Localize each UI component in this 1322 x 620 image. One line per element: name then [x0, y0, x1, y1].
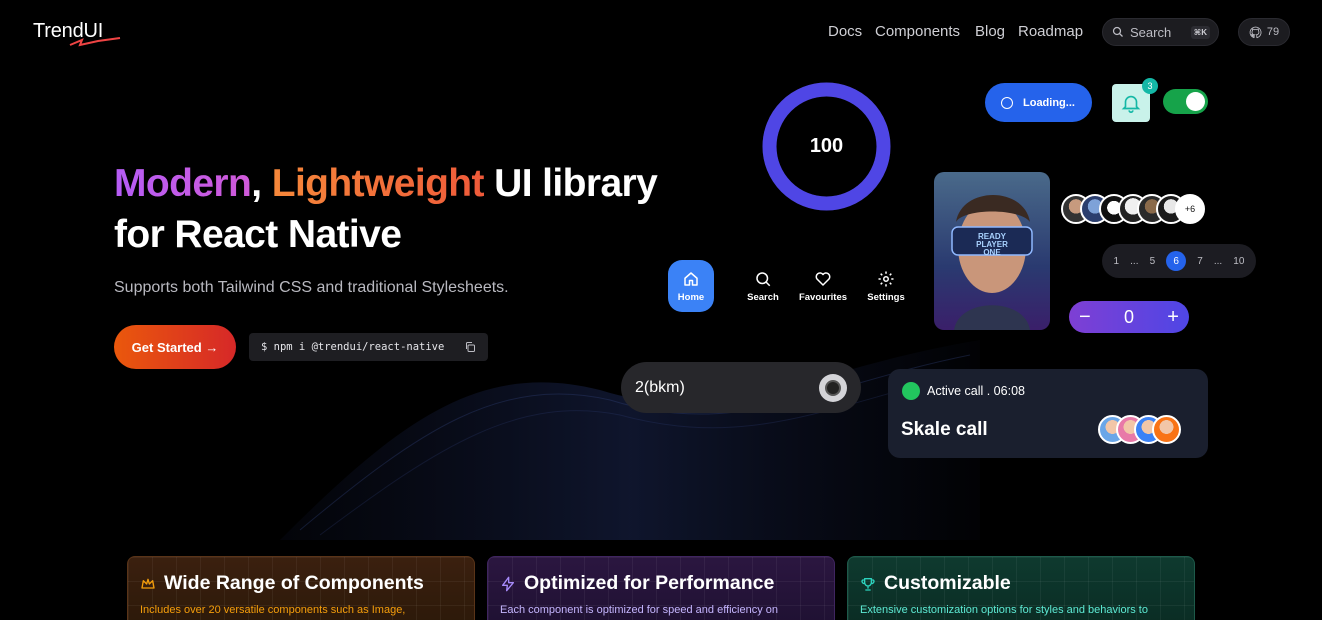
feature-description: Extensive customization options for styl…	[860, 604, 1148, 616]
loading-label: Loading...	[1023, 96, 1075, 109]
call-participants	[1098, 415, 1181, 444]
feature-card-performance: Optimized for Performance Each component…	[487, 556, 835, 620]
search-button[interactable]: Search ⌘K	[1102, 18, 1219, 46]
radio-pill-label: 2(bkm)	[635, 378, 685, 396]
crown-icon	[141, 578, 155, 589]
feature-description: Includes over 20 versatile components su…	[140, 604, 406, 616]
tab-favourites[interactable]: Favourites	[793, 260, 853, 312]
nav-docs[interactable]: Docs	[828, 23, 862, 40]
hero-title: Modern, Lightweight UI library for React…	[114, 158, 674, 260]
decrement-button[interactable]: −	[1079, 306, 1091, 329]
call-status-text: Active call . 06:08	[927, 384, 1025, 398]
hero-title-line2: for React Native	[114, 213, 402, 256]
feature-title: Wide Range of Components	[164, 572, 424, 594]
heart-icon	[815, 271, 831, 286]
install-command[interactable]: $ npm i @trendui/react-native	[249, 333, 488, 361]
pagination: 1 ... 5 6 7 ... 10	[1102, 244, 1256, 278]
feature-title: Optimized for Performance	[524, 572, 775, 594]
github-icon	[1249, 26, 1262, 38]
active-call-card[interactable]: Active call . 06:08 Skale call	[888, 369, 1208, 458]
nav-components[interactable]: Components	[875, 23, 960, 40]
radio-inner	[825, 379, 841, 396]
notification-badge: 3	[1142, 78, 1158, 94]
avatar-group: +6	[1061, 194, 1205, 224]
tab-search-label: Search	[747, 291, 779, 303]
install-command-text: $ npm i @trendui/react-native	[261, 341, 445, 353]
page-ellipsis: ...	[1213, 255, 1223, 267]
page-1[interactable]: 1	[1114, 256, 1120, 267]
search-icon	[1112, 26, 1123, 37]
hero-title-lightweight: Lightweight	[271, 162, 485, 205]
movie-poster-image: READY PLAYER ONE	[934, 172, 1050, 330]
radio-pill[interactable]: 2(bkm)	[621, 362, 861, 413]
feature-title: Customizable	[884, 572, 1011, 594]
hero-title-sep: ,	[251, 162, 272, 205]
copy-icon[interactable]	[464, 341, 476, 353]
increment-button[interactable]: +	[1167, 306, 1179, 329]
page-ellipsis: ...	[1130, 255, 1139, 267]
bell-icon	[1121, 95, 1141, 113]
search-icon	[756, 271, 771, 286]
tab-settings[interactable]: Settings	[856, 260, 916, 312]
page-5[interactable]: 5	[1150, 256, 1156, 267]
logo-swoosh	[69, 37, 121, 47]
feature-card-customizable: Customizable Extensive customization opt…	[847, 556, 1195, 620]
feature-heading: Customizable	[860, 572, 1182, 595]
circular-progress-value: 100	[809, 135, 844, 157]
spinner-icon	[1001, 96, 1013, 109]
github-stars: 79	[1266, 26, 1280, 38]
loading-button[interactable]: Loading...	[985, 83, 1092, 122]
avatar	[1152, 415, 1181, 444]
github-button[interactable]: 79	[1238, 18, 1290, 46]
hero-title-ui-library: UI library	[483, 162, 658, 205]
svg-text:ONE: ONE	[983, 248, 1001, 257]
avatar-more-count[interactable]: +6	[1175, 194, 1205, 224]
page-7[interactable]: 7	[1197, 256, 1203, 267]
feature-heading: Wide Range of Components	[140, 572, 462, 595]
feature-heading: Optimized for Performance	[500, 572, 822, 595]
trophy-icon	[861, 577, 875, 591]
search-shortcut: ⌘K	[1190, 25, 1210, 39]
tab-favourites-label: Favourites	[798, 291, 848, 303]
quantity-stepper: − 0 +	[1069, 301, 1189, 333]
call-status: Active call . 06:08	[902, 382, 1025, 400]
feature-description: Each component is optimized for speed an…	[500, 604, 779, 616]
tab-search[interactable]: Search	[733, 260, 793, 312]
page-6-active[interactable]: 6	[1166, 251, 1187, 271]
nav-roadmap[interactable]: Roadmap	[1018, 23, 1083, 40]
phone-icon	[902, 382, 920, 400]
home-icon	[684, 271, 698, 286]
lightning-icon	[502, 576, 514, 591]
gear-icon	[878, 271, 894, 286]
feature-card-components: Wide Range of Components Includes over 2…	[127, 556, 475, 620]
nav-blog[interactable]: Blog	[975, 23, 1005, 40]
toggle-switch[interactable]	[1163, 89, 1208, 114]
toggle-knob	[1186, 92, 1205, 111]
radio-indicator[interactable]	[819, 373, 847, 402]
call-title: Skale call	[901, 419, 988, 440]
stepper-value: 0	[1123, 306, 1134, 327]
hero-title-modern: Modern	[114, 162, 252, 205]
tab-home-label: Home	[677, 291, 705, 303]
hero-subtitle: Supports both Tailwind CSS and tradition…	[114, 279, 509, 296]
tab-home[interactable]: Home	[668, 260, 714, 312]
page-10[interactable]: 10	[1233, 256, 1244, 267]
get-started-button[interactable]: Get Started →	[114, 325, 236, 369]
search-label: Search	[1130, 24, 1172, 40]
tab-settings-label: Settings	[867, 291, 905, 303]
